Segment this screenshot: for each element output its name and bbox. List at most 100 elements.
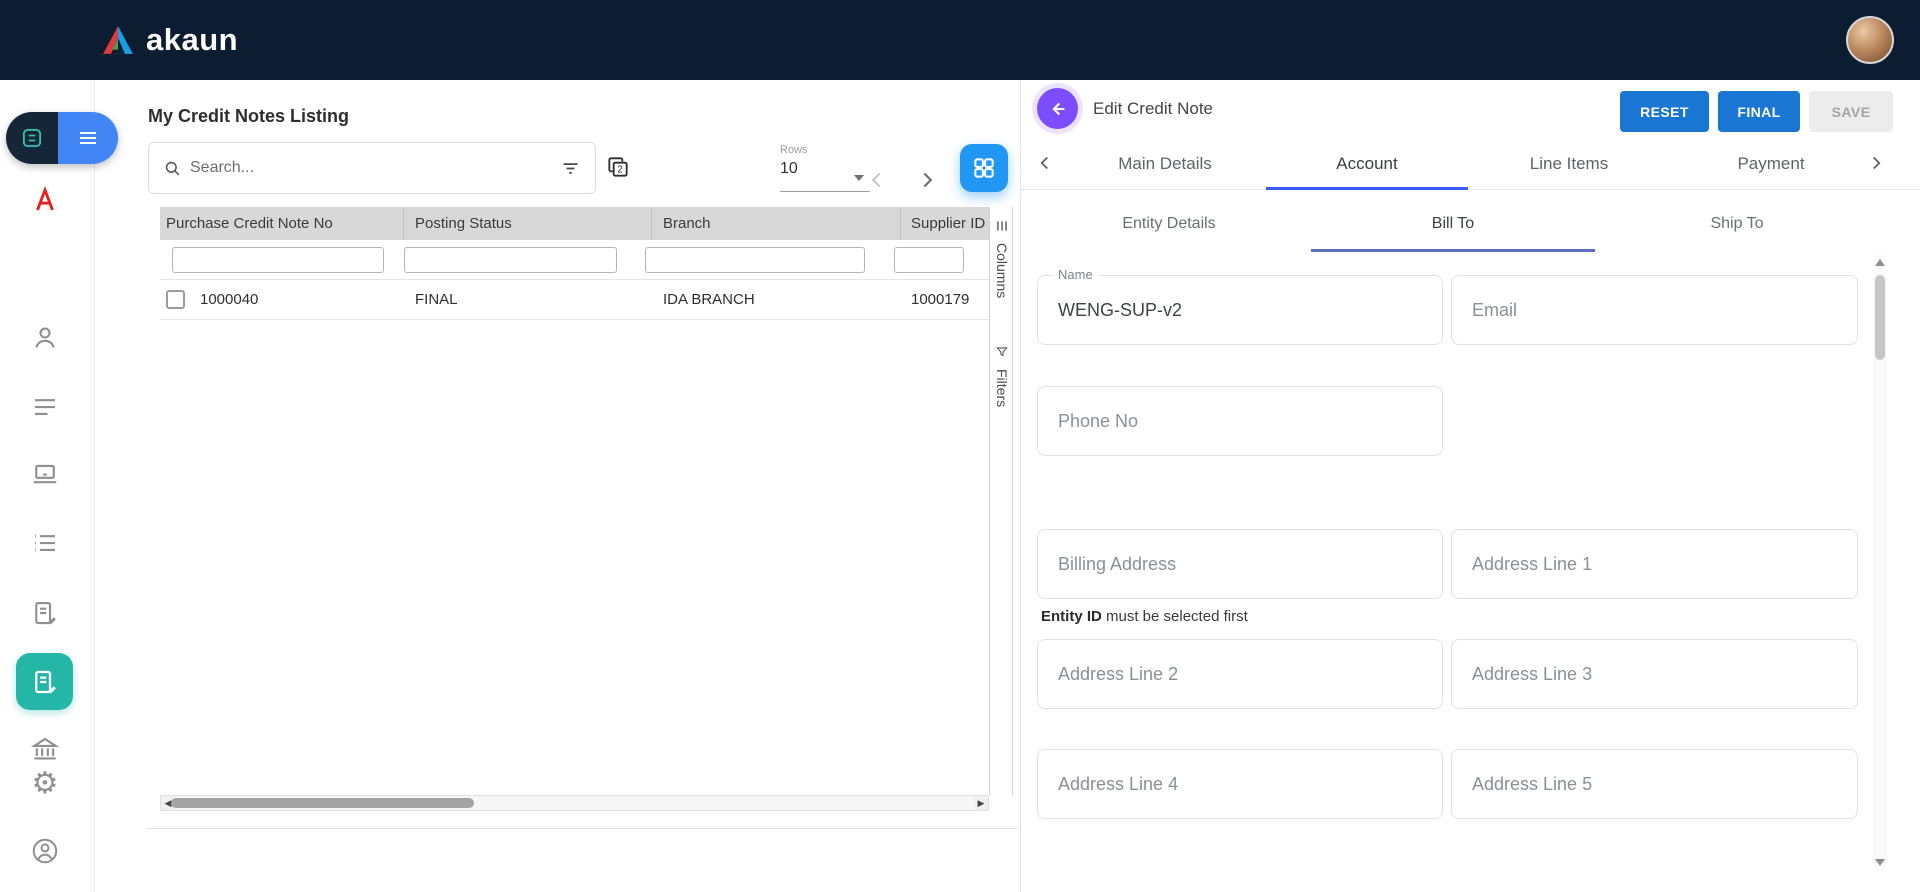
search-input[interactable] (190, 159, 560, 177)
horizontal-scrollbar-thumb[interactable] (171, 798, 474, 808)
address-line-4-input[interactable] (1038, 750, 1442, 818)
address-line-5-field (1451, 749, 1858, 819)
sidebar: ⚙ (0, 80, 95, 892)
scroll-right-arrow-icon[interactable]: ▶ (974, 796, 988, 810)
akaun-logo: akaun (100, 22, 238, 58)
filter-input-supplier-id[interactable] (894, 246, 964, 273)
sidebar-item-listing[interactable] (30, 392, 60, 422)
filter-input-branch[interactable] (645, 246, 865, 273)
row-checkbox[interactable] (166, 290, 185, 309)
credit-note-icon (34, 670, 56, 694)
email-field (1451, 275, 1858, 345)
vertical-scrollbar-thumb[interactable] (1875, 275, 1885, 360)
ledger-icon (35, 534, 55, 552)
filter-input-posting-status[interactable] (404, 246, 617, 273)
sidebar-item-ledger[interactable] (30, 528, 60, 558)
name-input[interactable] (1038, 276, 1442, 344)
sidebar-item-credit-notes-active[interactable] (16, 653, 73, 710)
chevron-left-icon (1040, 156, 1048, 170)
user-avatar[interactable] (1846, 16, 1894, 64)
panel-divider (146, 828, 1018, 829)
columns-icon[interactable] (995, 219, 1009, 233)
tab-line-items[interactable]: Line Items (1468, 137, 1670, 190)
horizontal-scrollbar[interactable]: ◀ ▶ (160, 795, 989, 811)
document-edit-icon (35, 601, 56, 625)
logo-text: akaun (146, 22, 239, 57)
phone-field (1037, 386, 1443, 456)
scroll-down-arrow-icon[interactable] (1875, 859, 1885, 866)
address-line-1-field (1451, 529, 1858, 599)
final-button[interactable]: FINAL (1718, 91, 1800, 132)
phone-input[interactable] (1038, 387, 1442, 455)
address-line-5-input[interactable] (1452, 750, 1857, 818)
sidebar-item-pos[interactable] (30, 459, 60, 489)
filter-input-credit-note-no[interactable] (172, 246, 384, 273)
subtab-ship-to[interactable]: Ship To (1595, 196, 1879, 252)
table-side-strip: Columns Filters (989, 207, 1013, 795)
vertical-scrollbar[interactable] (1873, 255, 1887, 870)
subtab-bill-to[interactable]: Bill To (1311, 196, 1595, 252)
sidebar-item-bank[interactable] (30, 734, 60, 764)
save-button[interactable]: SAVE (1809, 91, 1893, 132)
rows-value: 10 (780, 160, 798, 177)
column-header-credit-note-no[interactable]: Purchase Credit Note No (160, 207, 404, 240)
bank-icon (30, 737, 60, 760)
address-line-3-input[interactable] (1452, 640, 1857, 708)
credit-notes-listing-panel: My Credit Notes Listing 2 Rows 10 (95, 80, 1018, 892)
sidebar-item-contacts[interactable] (30, 323, 60, 353)
cell-posting-status: FINAL (415, 291, 458, 308)
tabs-scroll-right-button[interactable] (1864, 152, 1888, 176)
tab-payment[interactable]: Payment (1670, 137, 1872, 190)
pagination-next-button[interactable] (911, 165, 943, 197)
sidebar-item-profile[interactable] (30, 836, 60, 866)
back-button[interactable] (1037, 88, 1078, 129)
edit-credit-note-panel: Edit Credit Note RESET FINAL SAVE Main D… (1020, 80, 1920, 892)
back-arrow-icon (1051, 102, 1064, 115)
cell-branch: IDA BRANCH (663, 291, 755, 308)
address-line-4-field (1037, 749, 1443, 819)
name-field: Name (1037, 267, 1443, 345)
reset-button[interactable]: RESET (1620, 91, 1709, 132)
billing-address-input[interactable] (1038, 530, 1442, 598)
person-icon (35, 327, 55, 348)
topbar: akaun (0, 0, 1920, 80)
tabs-scroll-left-button[interactable] (1033, 152, 1057, 176)
sidebar-item-settings[interactable]: ⚙ (30, 769, 60, 799)
tab-account[interactable]: Account (1266, 137, 1468, 190)
listing-search-box (148, 142, 596, 194)
svg-text:2: 2 (617, 165, 622, 176)
filters-strip-button[interactable]: Filters (994, 369, 1010, 407)
address-line-2-input[interactable] (1038, 640, 1442, 708)
entity-id-helper-text: Entity ID must be selected first (1041, 608, 1248, 625)
columns-strip-button[interactable]: Columns (994, 243, 1010, 298)
address-line-1-input[interactable] (1452, 530, 1857, 598)
scroll-up-arrow-icon[interactable] (1875, 259, 1885, 266)
chevron-right-icon (1873, 156, 1881, 170)
sidebar-item-pdf[interactable] (30, 185, 60, 215)
column-header-posting-status[interactable]: Posting Status (404, 207, 652, 240)
chevron-right-icon (923, 172, 933, 187)
app-badge-icon (22, 128, 42, 148)
chevron-left-icon (871, 172, 881, 187)
pagination-prev-button[interactable] (861, 165, 893, 197)
billing-address-field (1037, 529, 1443, 599)
subtab-entity-details[interactable]: Entity Details (1027, 196, 1311, 252)
apps-grid-button[interactable] (960, 144, 1008, 192)
editor-tabs: Main Details Account Line Items Payment (1064, 137, 1872, 190)
pdf-icon (36, 185, 54, 211)
column-header-branch[interactable]: Branch (652, 207, 901, 240)
sidebar-item-documents[interactable] (30, 598, 60, 628)
akaun-logo-icon (103, 26, 133, 54)
column-header-supplier-id[interactable]: Supplier ID (901, 207, 989, 240)
settings-gear-icon: ⚙ (31, 766, 59, 801)
rows-per-page-select[interactable]: Rows 10 (780, 144, 870, 192)
filter-list-icon[interactable] (560, 158, 581, 179)
funnel-icon[interactable] (995, 345, 1009, 359)
tab-main-details[interactable]: Main Details (1064, 137, 1266, 190)
cell-supplier-id: 1000179 (911, 291, 970, 308)
sidebar-app-toggle[interactable] (6, 112, 118, 164)
email-input[interactable] (1452, 276, 1857, 344)
sidebar-expand-toggle[interactable] (58, 112, 118, 164)
duplicate-view-button[interactable]: 2 (604, 154, 632, 182)
table-row[interactable]: 1000040 FINAL IDA BRANCH 1000179 (160, 280, 989, 320)
